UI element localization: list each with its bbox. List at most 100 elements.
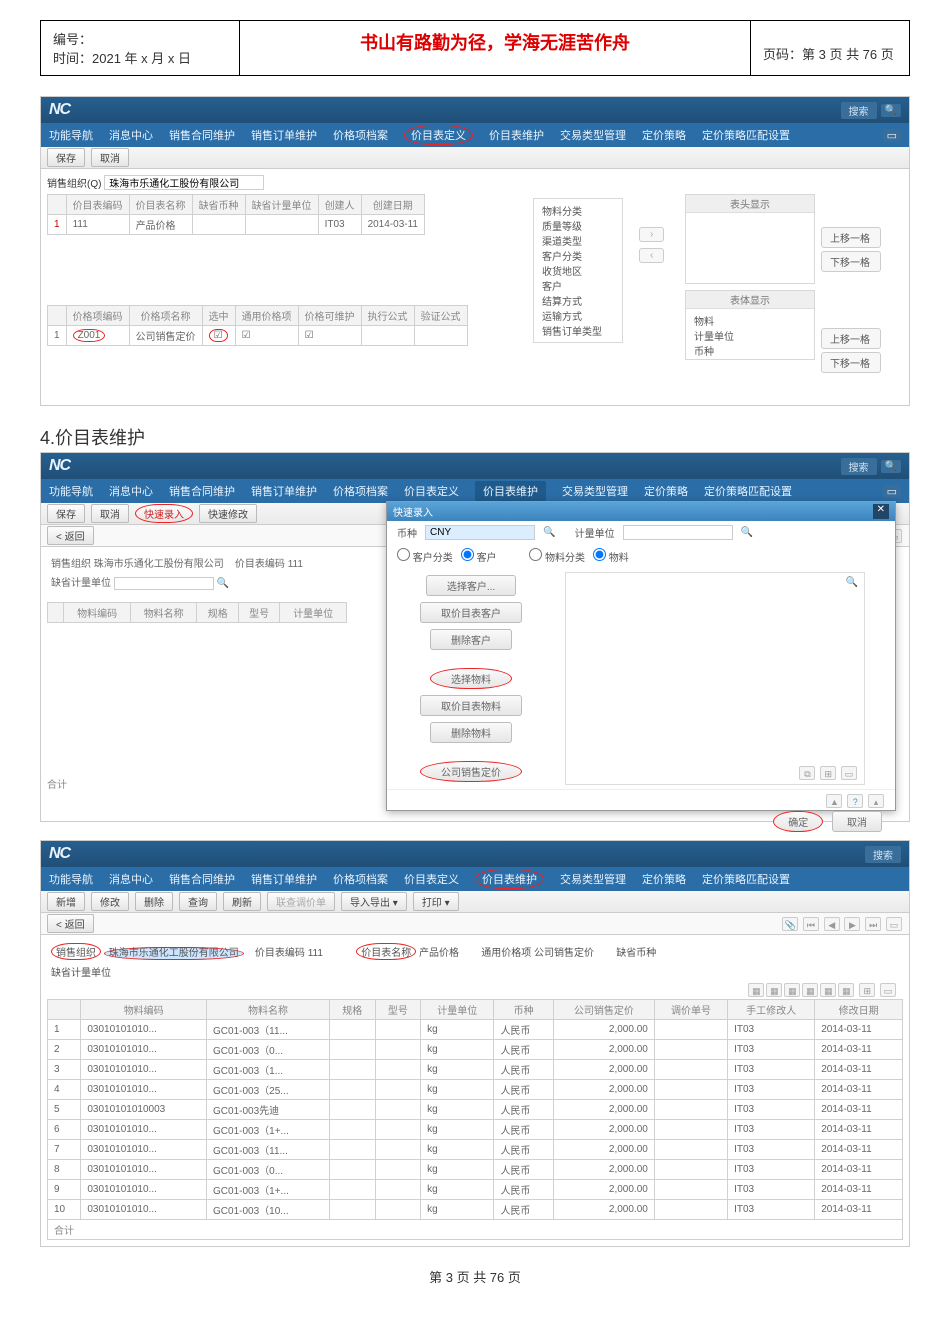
table-row[interactable]: 503010101010003GC01-003先迪kg人民币2,000.00IT…	[48, 1100, 903, 1120]
cancel-button[interactable]: 取消	[832, 811, 882, 832]
nav-pricedef[interactable]: 价目表定义	[404, 125, 473, 145]
table-row[interactable]: 403010101010...GC01-003（25...kg人民币2,000.…	[48, 1080, 903, 1100]
new-button[interactable]: 新增	[47, 892, 85, 911]
edit-button[interactable]: 修改	[91, 892, 129, 911]
unit-input[interactable]	[623, 525, 733, 540]
back-button[interactable]: < 返回	[47, 526, 94, 545]
move-up-button2[interactable]: 上移一格	[821, 328, 881, 349]
search-box[interactable]: 搜索	[865, 846, 901, 863]
nav-priceitem[interactable]: 价格项档案	[333, 871, 388, 887]
ok-button[interactable]: 确定	[773, 811, 823, 832]
pricelist-customer-button[interactable]: 取价目表客户	[420, 602, 522, 623]
body-list[interactable]: 物料计量单位币种	[686, 309, 814, 362]
nav-msg[interactable]: 消息中心	[109, 127, 153, 143]
nav-priceitem[interactable]: 价格项档案	[333, 483, 388, 499]
close-icon[interactable]: ✕	[873, 504, 889, 519]
unit-input[interactable]	[114, 577, 214, 590]
move-down-button2[interactable]: 下移一格	[821, 352, 881, 373]
nav-strategy[interactable]: 定价策略	[642, 871, 686, 887]
maximize-icon[interactable]: ▭	[883, 129, 901, 142]
table-row[interactable]: 803010101010...GC01-003（0...kg人民币2,000.0…	[48, 1160, 903, 1180]
move-up-button[interactable]: 上移一格	[821, 227, 881, 248]
nav-pricedef[interactable]: 价目表定义	[404, 483, 459, 499]
nav-order[interactable]: 销售订单维护	[251, 483, 317, 499]
query-button[interactable]: 查询	[179, 892, 217, 911]
search-box[interactable]: 搜索	[841, 102, 877, 119]
nav-priceitem[interactable]: 价格项档案	[333, 127, 388, 143]
check-icon[interactable]: ☑	[209, 329, 228, 342]
table-row[interactable]: 303010101010...GC01-003（1...kg人民币2,000.0…	[48, 1060, 903, 1080]
cancel-button[interactable]: 取消	[91, 148, 129, 167]
nav-strategymatch[interactable]: 定价策略匹配设置	[702, 127, 790, 143]
nav-trantype[interactable]: 交易类型管理	[562, 483, 628, 499]
nav-strategy[interactable]: 定价策略	[642, 127, 686, 143]
nav-order[interactable]: 销售订单维护	[251, 871, 317, 887]
nav-contract[interactable]: 销售合同维护	[169, 871, 235, 887]
table-row[interactable]: 603010101010...GC01-003（1+...kg人民币2,000.…	[48, 1120, 903, 1140]
toolbar-icon[interactable]: ▦	[748, 983, 764, 997]
nav-next-icon[interactable]: ▶	[844, 917, 860, 931]
expand-icon[interactable]: ▭	[886, 917, 902, 931]
nav-contract[interactable]: 销售合同维护	[169, 483, 235, 499]
nav-first-icon[interactable]: ⏮	[803, 917, 819, 931]
collapse-icon[interactable]: ▴	[868, 794, 884, 808]
save-button[interactable]: 保存	[47, 504, 85, 523]
select-material-button[interactable]: 选择物料	[430, 668, 512, 689]
delete-material-button[interactable]: 删除物料	[430, 722, 512, 743]
nav-msg[interactable]: 消息中心	[109, 483, 153, 499]
select-customer-button[interactable]: 选择客户...	[426, 575, 516, 596]
table-row[interactable]: 1111产品价格IT032014-03-11	[48, 215, 425, 235]
quick-modify-button[interactable]: 快速修改	[199, 504, 257, 523]
help-icon[interactable]: ?	[847, 794, 863, 808]
cancel-button[interactable]: 取消	[91, 504, 129, 523]
table-row[interactable]: 1Z001公司销售定价☑☑☑	[48, 326, 468, 346]
import-export-button[interactable]: 导入导出 ▾	[341, 892, 407, 911]
nav-pricemaint[interactable]: 价目表维护	[475, 481, 546, 501]
attach-icon[interactable]: 📎	[782, 917, 798, 931]
nav-func[interactable]: 功能导航	[49, 483, 93, 499]
org-value[interactable]: 珠海市乐通化工股份有限公司	[104, 947, 244, 960]
grid-icon[interactable]: ⊞	[820, 766, 836, 780]
table-row[interactable]: 1003010101010...GC01-003（10...kg人民币2,000…	[48, 1200, 903, 1220]
save-button[interactable]: 保存	[47, 148, 85, 167]
move-right-button[interactable]: ›	[639, 227, 664, 242]
link-button[interactable]: 联查调价单	[267, 892, 335, 911]
back-button[interactable]: < 返回	[47, 914, 94, 933]
search-icon[interactable]: 🔍	[881, 104, 901, 117]
nav-trantype[interactable]: 交易类型管理	[560, 871, 626, 887]
table-row[interactable]: 903010101010...GC01-003（1+...kg人民币2,000.…	[48, 1180, 903, 1200]
move-down-button[interactable]: 下移一格	[821, 251, 881, 272]
nav-pricedef[interactable]: 价目表定义	[404, 871, 459, 887]
nav-func[interactable]: 功能导航	[49, 127, 93, 143]
move-left-button[interactable]: ‹	[639, 248, 664, 263]
up-icon[interactable]: ▲	[826, 794, 842, 808]
nav-pricemaint[interactable]: 价目表维护	[489, 127, 544, 143]
search-icon[interactable]: 🔍	[881, 460, 901, 473]
maximize-icon[interactable]: ▭	[883, 485, 901, 498]
nav-func[interactable]: 功能导航	[49, 871, 93, 887]
currency-input[interactable]	[425, 525, 535, 540]
copy-icon[interactable]: ⧉	[799, 766, 815, 780]
table-row[interactable]: 203010101010...GC01-003（0...kg人民币2,000.0…	[48, 1040, 903, 1060]
nav-strategy[interactable]: 定价策略	[644, 483, 688, 499]
nav-trantype[interactable]: 交易类型管理	[560, 127, 626, 143]
nav-pricemaint[interactable]: 价目表维护	[475, 869, 544, 889]
pricelist-material-button[interactable]: 取价目表物料	[420, 695, 522, 716]
expand-icon[interactable]: ▭	[841, 766, 857, 780]
nav-strategymatch[interactable]: 定价策略匹配设置	[702, 871, 790, 887]
org-input[interactable]	[104, 175, 264, 190]
delete-customer-button[interactable]: 删除客户	[430, 629, 512, 650]
company-price-button[interactable]: 公司销售定价	[420, 761, 522, 782]
nav-contract[interactable]: 销售合同维护	[169, 127, 235, 143]
source-list[interactable]: 物料分类质量等级渠道类型 客户分类收货地区客户 结算方式运输方式销售订单类型	[534, 199, 622, 342]
table-row[interactable]: 103010101010...GC01-003（11...kg人民币2,000.…	[48, 1020, 903, 1040]
quick-entry-button[interactable]: 快速录入	[135, 504, 193, 523]
nav-msg[interactable]: 消息中心	[109, 871, 153, 887]
refresh-button[interactable]: 刷新	[223, 892, 261, 911]
print-button[interactable]: 打印 ▾	[413, 892, 459, 911]
search-box[interactable]: 搜索	[841, 458, 877, 475]
nav-order[interactable]: 销售订单维护	[251, 127, 317, 143]
delete-button[interactable]: 删除	[135, 892, 173, 911]
nav-last-icon[interactable]: ⏭	[865, 917, 881, 931]
table-row[interactable]: 703010101010...GC01-003（11...kg人民币2,000.…	[48, 1140, 903, 1160]
